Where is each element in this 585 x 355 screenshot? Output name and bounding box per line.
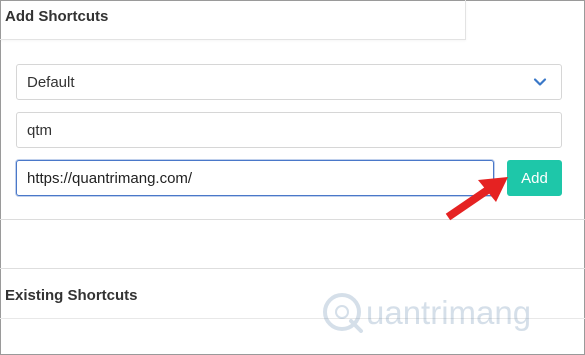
shortcut-name-input[interactable] [16,112,562,148]
watermark-logo: uantrimang [320,288,531,338]
add-shortcuts-header: Add Shortcuts [0,0,466,40]
red-arrow-annotation [445,177,508,221]
add-shortcuts-title: Add Shortcuts [5,8,109,25]
category-select-value: Default [27,73,75,91]
shortcut-url-input[interactable] [16,160,494,196]
section-divider [0,268,585,269]
add-button[interactable]: Add [507,160,562,196]
chevron-down-icon [533,78,547,86]
watermark-text: uantrimang [366,294,532,331]
watermark-q-icon [323,293,363,333]
existing-shortcuts-title: Existing Shortcuts [5,287,138,304]
category-select[interactable]: Default [16,64,562,100]
